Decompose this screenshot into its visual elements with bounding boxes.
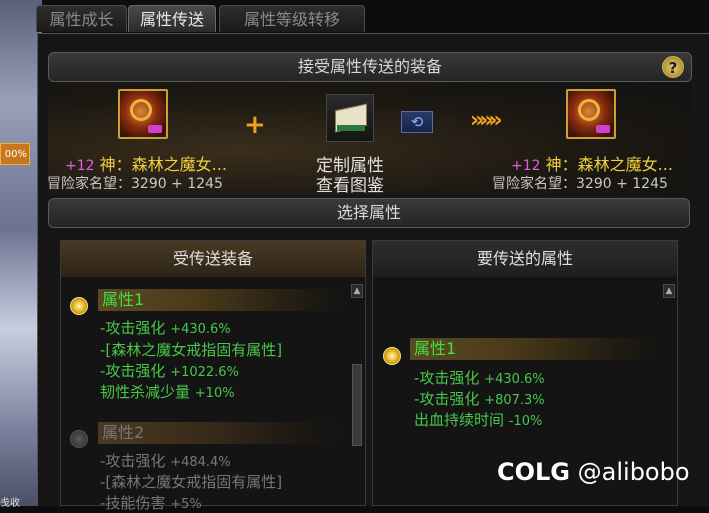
equipment-header: 接受属性传送的装备 [48, 52, 692, 82]
target-item-fame: 冒险家名望：3290 + 1245 [492, 176, 668, 192]
view-encyclopedia-label[interactable]: 查看图鉴 [300, 171, 400, 196]
attr-text: -攻击强化 [414, 369, 485, 387]
left-scroll-up-button[interactable]: ▲ [351, 284, 363, 298]
tab-attribute-transfer[interactable]: 属性传送 [128, 5, 216, 32]
attr-text: 出血持续时间 [414, 411, 509, 429]
swap-icon: ⟲ [410, 113, 424, 131]
source-enhance-level: +12 [65, 158, 95, 174]
target-item-slot[interactable] [566, 89, 616, 139]
left-attr1-line: -攻击强化 +1022.6% [100, 360, 239, 381]
attr-value: +5% [170, 497, 202, 512]
ring-icon [578, 99, 600, 121]
receiving-equipment-title: 受传送装备 [61, 241, 365, 277]
right-attr1-radio-selected[interactable] [383, 347, 401, 365]
attr2-radio-unselected[interactable] [70, 430, 88, 448]
attr-text: -攻击强化 [100, 319, 171, 337]
right-attr1-line: -攻击强化 +430.6% [414, 367, 545, 388]
attr-value: +484.4% [170, 455, 231, 470]
right-scroll-up-button[interactable]: ▲ [663, 284, 675, 298]
encyclopedia-book-icon[interactable] [326, 94, 374, 142]
book-cover [337, 125, 365, 131]
background-progress-badge: 00% [0, 143, 30, 165]
source-item-fame: 冒险家名望：3290 + 1245 [47, 176, 223, 192]
help-icon[interactable]: ? [662, 56, 684, 78]
transfer-arrows-icon: »»» [470, 108, 503, 133]
target-enhance-level: +12 [511, 158, 541, 174]
attr-value: +430.6% [170, 322, 231, 337]
left-attr2-line: -技能伤害 +5% [100, 492, 202, 513]
gem-icon [596, 125, 610, 133]
source-item-slot[interactable] [118, 89, 168, 139]
attr-text: 韧性杀减少量 [100, 383, 195, 401]
attr-value: +10% [194, 386, 235, 401]
colg-logo: COLG [497, 458, 571, 486]
right-attr1-line: -攻击强化 +807.3% [414, 388, 545, 409]
left-attr2-header[interactable]: 属性2 [98, 422, 346, 444]
attr-text: -[森林之魔女戒指固有属性] [100, 341, 283, 359]
select-attribute-header: 选择属性 [48, 198, 690, 228]
target-item-name: 神：森林之魔女... [545, 155, 673, 174]
attr-value: +1022.6% [170, 365, 239, 380]
attr-value: +430.6% [484, 372, 545, 387]
attr-text: -攻击强化 [414, 390, 485, 408]
background-text: 戋收 [0, 498, 20, 509]
attr-text: -攻击强化 [100, 362, 171, 380]
left-attr1-line: 韧性杀减少量 +10% [100, 381, 235, 402]
watermark-handle: @alibobo [577, 458, 690, 486]
left-scrollbar-thumb[interactable] [352, 364, 362, 446]
watermark: COLG @alibobo [497, 458, 690, 486]
source-item-name: 神：森林之魔女... [99, 155, 227, 174]
left-attr1-header[interactable]: 属性1 [98, 289, 346, 311]
attr1-radio-selected[interactable] [70, 297, 88, 315]
ring-icon [130, 99, 152, 121]
gem-icon [148, 125, 162, 133]
attr-value: +807.3% [484, 393, 545, 408]
right-attr1-header[interactable]: 属性1 [410, 338, 660, 360]
right-attr1-line: 出血持续时间 -10% [414, 409, 542, 430]
source-item-label: +12 神：森林之魔女... [65, 151, 227, 175]
left-attr2-line: -[森林之魔女戒指固有属性] [100, 471, 282, 492]
tab-attribute-level-transfer[interactable]: 属性等级转移 [219, 5, 365, 32]
target-item-label: +12 神：森林之魔女... [511, 151, 673, 175]
tab-attribute-growth[interactable]: 属性成长 [36, 5, 127, 32]
background-game-scene [0, 0, 42, 506]
swap-button[interactable]: ⟲ [401, 111, 433, 133]
left-attr1-line: -[森林之魔女戒指固有属性] [100, 339, 282, 360]
attr-value: -10% [508, 414, 543, 429]
attr-text: -技能伤害 [100, 494, 171, 512]
attr-text: -攻击强化 [100, 452, 171, 470]
transfer-attribute-title: 要传送的属性 [373, 241, 677, 277]
left-attr2-line: -攻击强化 +484.4% [100, 450, 231, 471]
left-attr1-line: -攻击强化 +430.6% [100, 317, 231, 338]
attr-text: -[森林之魔女戒指固有属性] [100, 473, 283, 491]
plus-icon: + [244, 110, 266, 140]
